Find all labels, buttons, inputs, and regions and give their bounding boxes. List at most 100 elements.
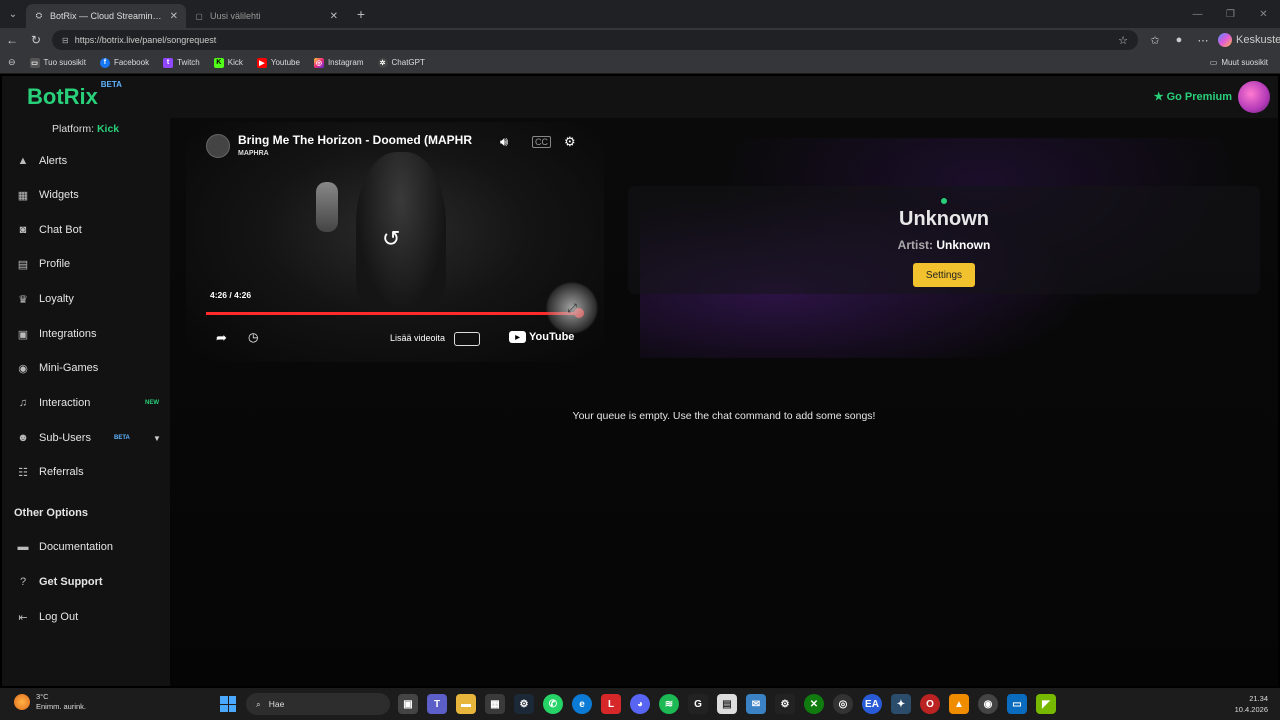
- sidebar-item-get-support[interactable]: ? Get Support: [2, 570, 170, 594]
- other-bookmarks-label: Muut suosikit: [1221, 58, 1268, 67]
- url-field[interactable]: ⊟ https://botrix.live/panel/songrequest …: [52, 30, 1138, 50]
- file-explorer-icon[interactable]: ▬: [456, 694, 476, 714]
- opera-icon[interactable]: O: [920, 694, 940, 714]
- youtube-player[interactable]: Bring Me The Horizon - Doomed (MAPHR MAP…: [186, 122, 604, 362]
- bookmark-import[interactable]: ▭ Tuo suosikit: [29, 57, 86, 68]
- app-l-icon[interactable]: L: [601, 694, 621, 714]
- bookmark-instagram[interactable]: ◎ Instagram: [313, 57, 364, 68]
- sidebar-item-log-out[interactable]: ⇤ Log Out: [2, 605, 170, 629]
- site-info-icon[interactable]: ⊟: [62, 36, 69, 45]
- copilot-button[interactable]: Keskustelu: [1218, 33, 1280, 47]
- sidebar-item-mini-games[interactable]: ◉ Mini-Games: [2, 356, 170, 380]
- reload-icon[interactable]: ↻: [24, 33, 48, 47]
- favorites-icon[interactable]: ✩: [1146, 34, 1164, 47]
- gear-icon[interactable]: ⚙: [564, 134, 576, 150]
- sidebar-item-integrations[interactable]: ▣ Integrations: [2, 322, 170, 346]
- xbox-icon[interactable]: ✕: [804, 694, 824, 714]
- steam-icon[interactable]: ⚙: [514, 694, 534, 714]
- ea-icon[interactable]: EA: [862, 694, 882, 714]
- other-options-heading: Other Options: [14, 507, 88, 519]
- bookmark-twitch[interactable]: t Twitch: [163, 57, 200, 68]
- channel-name[interactable]: MAPHRA: [238, 150, 269, 157]
- more-icon[interactable]: ⋯: [1194, 34, 1212, 47]
- browser-window-icon[interactable]: ▭: [1007, 694, 1027, 714]
- minimize-icon[interactable]: —: [1181, 0, 1214, 28]
- settings-button[interactable]: Settings: [913, 263, 975, 287]
- url-text: https://botrix.live/panel/songrequest: [74, 35, 217, 45]
- bookmark-kick[interactable]: K Kick: [213, 57, 243, 68]
- chevron-down-icon[interactable]: ▼: [153, 434, 161, 443]
- more-videos-icon[interactable]: [454, 332, 480, 346]
- gear-app-icon[interactable]: ✦: [891, 694, 911, 714]
- close-tab-icon[interactable]: ✕: [170, 11, 178, 22]
- mail-icon[interactable]: ✉: [746, 694, 766, 714]
- system-clock[interactable]: 21.34 10.4.2026: [1235, 693, 1268, 715]
- platform-indicator[interactable]: Platform: Kick: [52, 123, 119, 135]
- tab-new[interactable]: ▢ Uusi välilehti ✕: [186, 4, 346, 28]
- queue-empty-message: Your queue is empty. Use the chat comman…: [572, 410, 876, 422]
- obs-icon[interactable]: ◎: [833, 694, 853, 714]
- store-icon[interactable]: ▦: [485, 694, 505, 714]
- g-hub-icon[interactable]: G: [688, 694, 708, 714]
- main-content: Bring Me The Horizon - Doomed (MAPHR MAP…: [170, 118, 1278, 686]
- sidebar-item-alerts[interactable]: ▲ Alerts: [2, 149, 170, 173]
- windows-start-icon[interactable]: [220, 696, 236, 712]
- captions-icon[interactable]: CC: [532, 136, 551, 148]
- go-premium-button[interactable]: ★ Go Premium: [1154, 90, 1232, 104]
- avatar[interactable]: [1238, 81, 1270, 113]
- teams-icon[interactable]: T: [427, 694, 447, 714]
- spotify-icon[interactable]: ≋: [659, 694, 679, 714]
- more-videos-label[interactable]: Lisää videoita: [390, 333, 445, 343]
- weather-widget[interactable]: 3°C Enimm. aurink.: [14, 692, 86, 712]
- back-icon[interactable]: ←: [0, 33, 24, 47]
- favorite-star-icon[interactable]: ☆: [1118, 34, 1128, 47]
- nvidia-icon[interactable]: ◤: [1036, 694, 1056, 714]
- other-bookmarks[interactable]: ▭ Muut suosikit: [1210, 58, 1268, 67]
- volume-icon[interactable]: 🔊︎: [500, 134, 508, 150]
- replay-icon[interactable]: ↺: [382, 226, 400, 252]
- sidebar-item-label: Log Out: [39, 611, 79, 623]
- restore-icon[interactable]: ❐: [1214, 0, 1247, 28]
- sidebar-item-documentation[interactable]: ▬ Documentation: [2, 535, 170, 559]
- watch-later-icon[interactable]: ◷: [248, 330, 258, 344]
- sidebar-item-chat-bot[interactable]: ◙ Chat Bot: [2, 218, 170, 242]
- kick-icon: K: [213, 57, 224, 68]
- discord-icon[interactable]: ◕: [630, 694, 650, 714]
- sidebar-item-profile[interactable]: ▤ Profile: [2, 252, 170, 276]
- notepad-icon[interactable]: ▤: [717, 694, 737, 714]
- weather-description: Enimm. aurink.: [36, 702, 87, 711]
- sidebar-item-referrals[interactable]: ☷ Referrals: [2, 460, 170, 484]
- whatsapp-icon[interactable]: ✆: [543, 694, 563, 714]
- robot-icon: ◙: [19, 224, 27, 236]
- bookmark-chatgpt[interactable]: ✲ ChatGPT: [377, 57, 425, 68]
- expand-icon[interactable]: ⤢: [546, 282, 598, 334]
- tab-actions-icon[interactable]: ⌄: [0, 0, 26, 28]
- video-title[interactable]: Bring Me The Horizon - Doomed (MAPHR: [238, 133, 484, 147]
- new-tab-button[interactable]: +: [350, 6, 372, 22]
- vlc-icon[interactable]: ▲: [949, 694, 969, 714]
- task-view-icon[interactable]: ▣: [398, 694, 418, 714]
- bookmark-label: ChatGPT: [391, 58, 425, 67]
- botrix-logo[interactable]: BotRix BETA: [27, 80, 122, 110]
- close-tab-icon[interactable]: ✕: [330, 11, 338, 22]
- bookmark-youtube[interactable]: ▶ Youtube: [256, 57, 300, 68]
- sidebar-item-sub-users[interactable]: ☻ Sub-Users BETA ▼: [2, 426, 170, 450]
- channel-avatar[interactable]: [206, 134, 230, 158]
- close-window-icon[interactable]: ✕: [1247, 0, 1280, 28]
- progress-bar[interactable]: [206, 312, 580, 315]
- edge-icon[interactable]: e: [572, 694, 592, 714]
- sidebar-item-interaction[interactable]: ♫ Interaction NEW: [2, 391, 170, 415]
- sidebar-item-loyalty[interactable]: ♛ Loyalty: [2, 287, 170, 311]
- share-icon[interactable]: ➦: [216, 330, 227, 346]
- taskbar-search[interactable]: ⌕ Hae: [246, 693, 390, 715]
- settings-icon[interactable]: ⚙: [775, 694, 795, 714]
- youtube-logo[interactable]: ▶ YouTube: [509, 331, 574, 343]
- sidebar-toggle-icon[interactable]: ⊖: [8, 57, 16, 68]
- sidebar-item-widgets[interactable]: ▦ Widgets: [2, 183, 170, 207]
- chrome-icon[interactable]: ◉: [978, 694, 998, 714]
- profile-icon[interactable]: ●: [1170, 34, 1188, 46]
- youtube-icon: ▶: [256, 57, 267, 68]
- help-icon: ?: [19, 576, 27, 588]
- bookmark-facebook[interactable]: f Facebook: [99, 57, 149, 68]
- tab-botrix[interactable]: ⛭ BotRix — Cloud Streaming Bot for ✕: [26, 4, 186, 28]
